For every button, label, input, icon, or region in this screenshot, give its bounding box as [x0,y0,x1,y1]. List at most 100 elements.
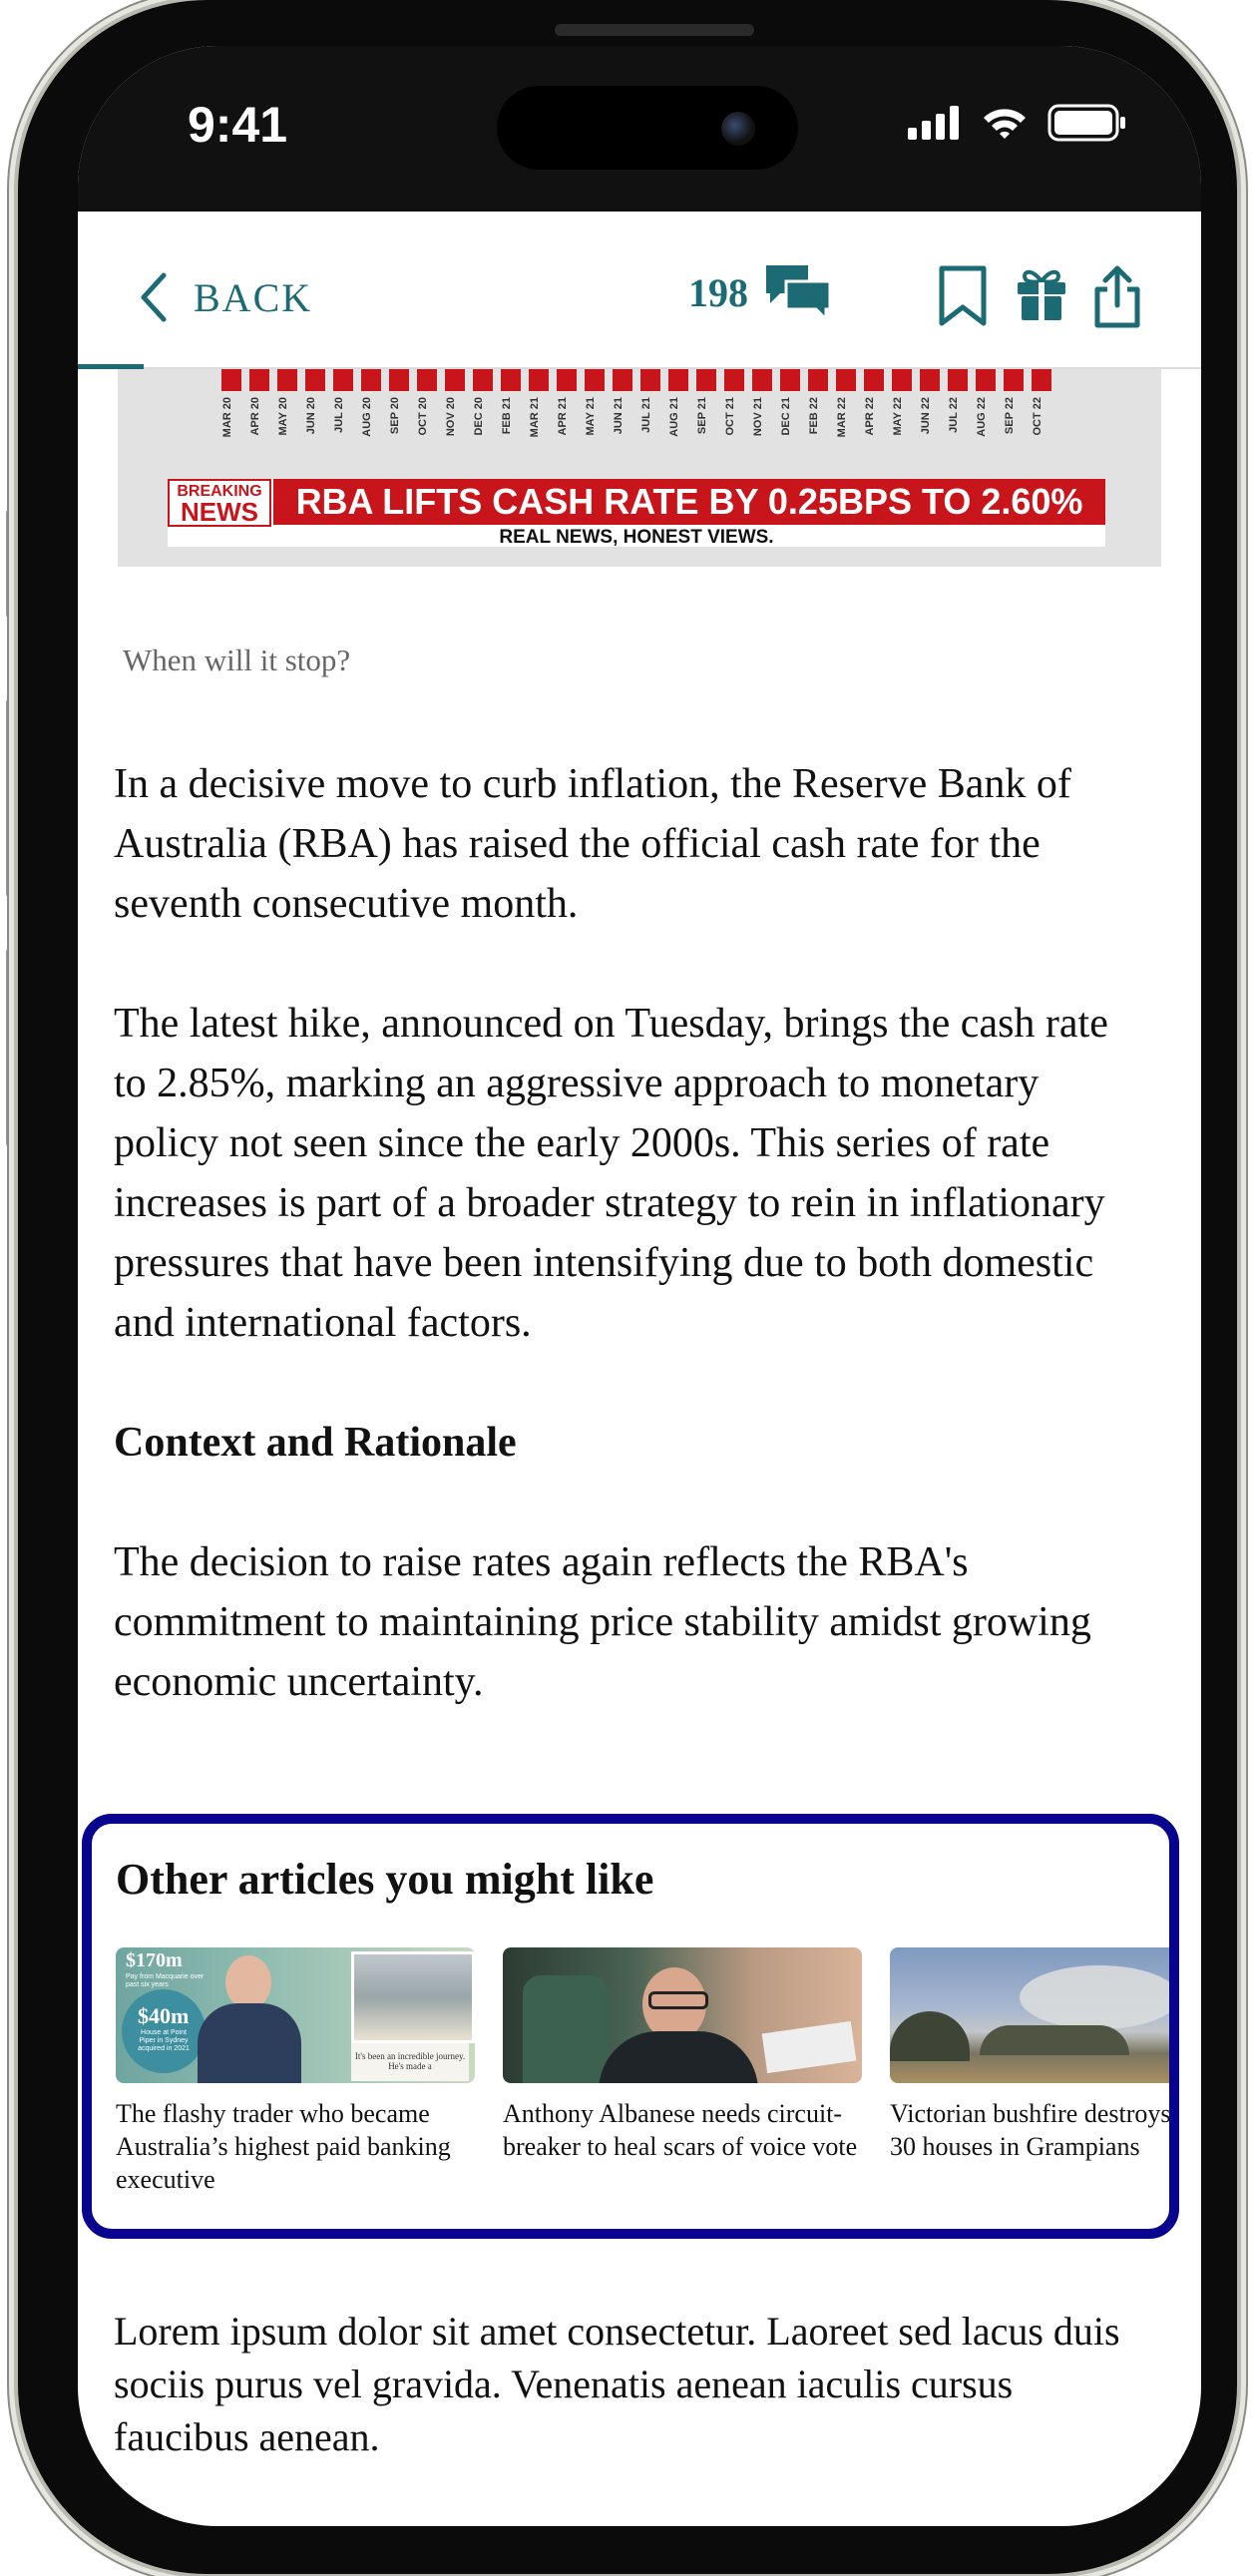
status-icons [908,104,1127,142]
chart-month-tick: FEB 21 [501,397,521,467]
back-label: BACK [194,274,313,320]
related-article-2[interactable]: Anthony Albanese needs circuit-breaker t… [503,1947,862,2163]
chart-month-tick: OCT 21 [724,397,744,467]
back-button[interactable]: BACK [138,271,312,323]
chart-month-label: JUN 20 [305,397,317,435]
chart-month-tick: FEB 22 [808,397,828,467]
chart-month-label: AUG 21 [668,397,680,437]
chart-month-label: FEB 21 [501,397,513,435]
chart-bar [585,367,605,391]
status-bar: 9:41 [78,46,1201,212]
chart-bar [836,367,856,391]
related-article-thumbnail: $170m Pay from Macquarie over past six y… [116,1947,475,2083]
chart-bar [501,367,521,391]
status-time: 9:41 [188,97,288,153]
chart-month-tick: MAY 22 [892,397,912,467]
related-article-headline: Anthony Albanese needs circuit-breaker t… [503,2099,858,2161]
chart-month-label: SEP 20 [389,397,401,435]
chart-bar [277,367,297,391]
chart-bar [1032,367,1051,391]
banner-headline: RBA LIFTS CASH RATE BY 0.25BPS TO 2.60% [273,479,1105,525]
thumb-person [225,1955,271,2009]
chart-bar [948,367,968,391]
related-article-headline: The flashy trader who became Australia’s… [116,2099,451,2194]
thumb-suit [198,2003,301,2083]
comment-count: 198 [688,269,748,315]
thumb-trees [890,2011,970,2061]
chart-bar [333,367,353,391]
image-caption: When will it stop? [123,643,351,677]
chart-month-tick: NOV 20 [445,397,465,467]
chart-month-label: MAR 21 [529,397,541,438]
chart-bar [613,367,632,391]
thumb-trees-2 [980,2025,1129,2055]
chart-bar [808,367,828,391]
thumb-papers [761,2020,857,2074]
comments-button[interactable]: 198 [688,263,832,321]
chart-month-label: JUL 22 [948,397,960,433]
chart-bar [305,367,325,391]
bookmark-icon[interactable] [938,265,988,327]
chart-month-label: APR 20 [249,397,261,436]
banner-tagline: REAL NEWS, HONEST VIEWS. [499,527,774,548]
chart-month-label: NOV 20 [445,397,457,437]
article-paragraph: In a decisive move to curb inflation, th… [114,761,1071,927]
chart-month-label: DEC 21 [780,397,792,436]
article-paragraph: The decision to raise rates again reflec… [114,1539,1091,1705]
chart-month-tick: JUN 22 [920,397,940,467]
breaking-news-logo: BREAKING NEWS [168,479,271,527]
chart-bar [1004,367,1024,391]
speaker-grille [555,24,754,36]
nav-progress-indicator [78,364,144,369]
article-paragraph: Lorem ipsum dolor sit amet consectetur. … [114,2309,1120,2459]
section-heading: Context and Rationale [114,1420,517,1466]
chart-month-tick: OCT 20 [417,397,437,467]
chart-bar [221,367,241,391]
chart-month-tick: DEC 21 [780,397,800,467]
chart-bar [724,367,744,391]
gift-icon[interactable] [1016,265,1067,323]
chart-month-label: OCT 22 [1032,397,1043,436]
chart-month-label: SEP 21 [696,397,708,435]
chart-month-tick: AUG 22 [976,397,996,467]
breaking-news-banner: BREAKING NEWS RBA LIFTS CASH RATE BY 0.2… [168,479,1105,548]
chart-month-label: MAY 22 [892,397,904,436]
dynamic-island [497,86,798,170]
chevron-left-icon [141,272,167,322]
related-article-3[interactable]: Victorian bushfire destroys up to 30 hou… [890,1947,1169,2163]
chart-month-tick: JUN 20 [305,397,325,467]
chart-bar [892,367,912,391]
article-body: In a decisive move to curb inflation, th… [114,754,1151,1772]
mute-switch [6,509,16,619]
chart-bar [696,367,716,391]
chart-month-label: AUG 20 [361,397,373,437]
hero-image: MAR 20 APR 20 MAY 20 JUN 20 JUL 20 AUG 20 SEP … [118,367,1161,567]
chart-month-tick: AUG 20 [361,397,381,467]
chart-bar [920,367,940,391]
chart-month-label: JUN 21 [613,397,625,435]
chart-month-label: DEC 20 [473,397,485,436]
chart-bar [529,367,549,391]
chart-month-tick: OCT 22 [1032,397,1051,467]
chart-month-labels: MAR 20 APR 20 MAY 20 JUN 20 JUL 20 AUG 20 SEP … [221,397,1051,467]
chart-bar [976,367,996,391]
related-article-thumbnail [890,1947,1169,2083]
article-nav-bar: BACK 198 [78,212,1201,369]
related-article-1[interactable]: $170m Pay from Macquarie over past six y… [116,1947,475,2196]
thumb-chair [523,1975,609,2083]
thumb-note-1: Pay from Macquarie over past six years [126,1973,205,1988]
thumb-amount-1: $170m [126,1949,183,1971]
share-icon[interactable] [1091,265,1143,329]
phone-frame: 9:41 BACK 198 MAR 20 APR 20 MAY 20 JUN 2… [18,0,1237,2574]
chart-month-label: MAY 21 [585,397,597,436]
thumb-note-2: House at Point Piper in Sydney acquired … [138,2029,190,2052]
chart-month-label: SEP 22 [1004,397,1016,435]
chart-month-label: AUG 22 [976,397,988,437]
chart-month-tick: MAY 21 [585,397,605,467]
chart-month-tick: JUL 20 [333,397,353,467]
article-body-continued: Lorem ipsum dolor sit amet consectetur. … [114,2305,1151,2526]
chart-bar [389,367,409,391]
thumb-building [351,1951,475,2043]
thumb-smoke [1020,1965,1169,2029]
thumb-suit [599,2031,758,2083]
